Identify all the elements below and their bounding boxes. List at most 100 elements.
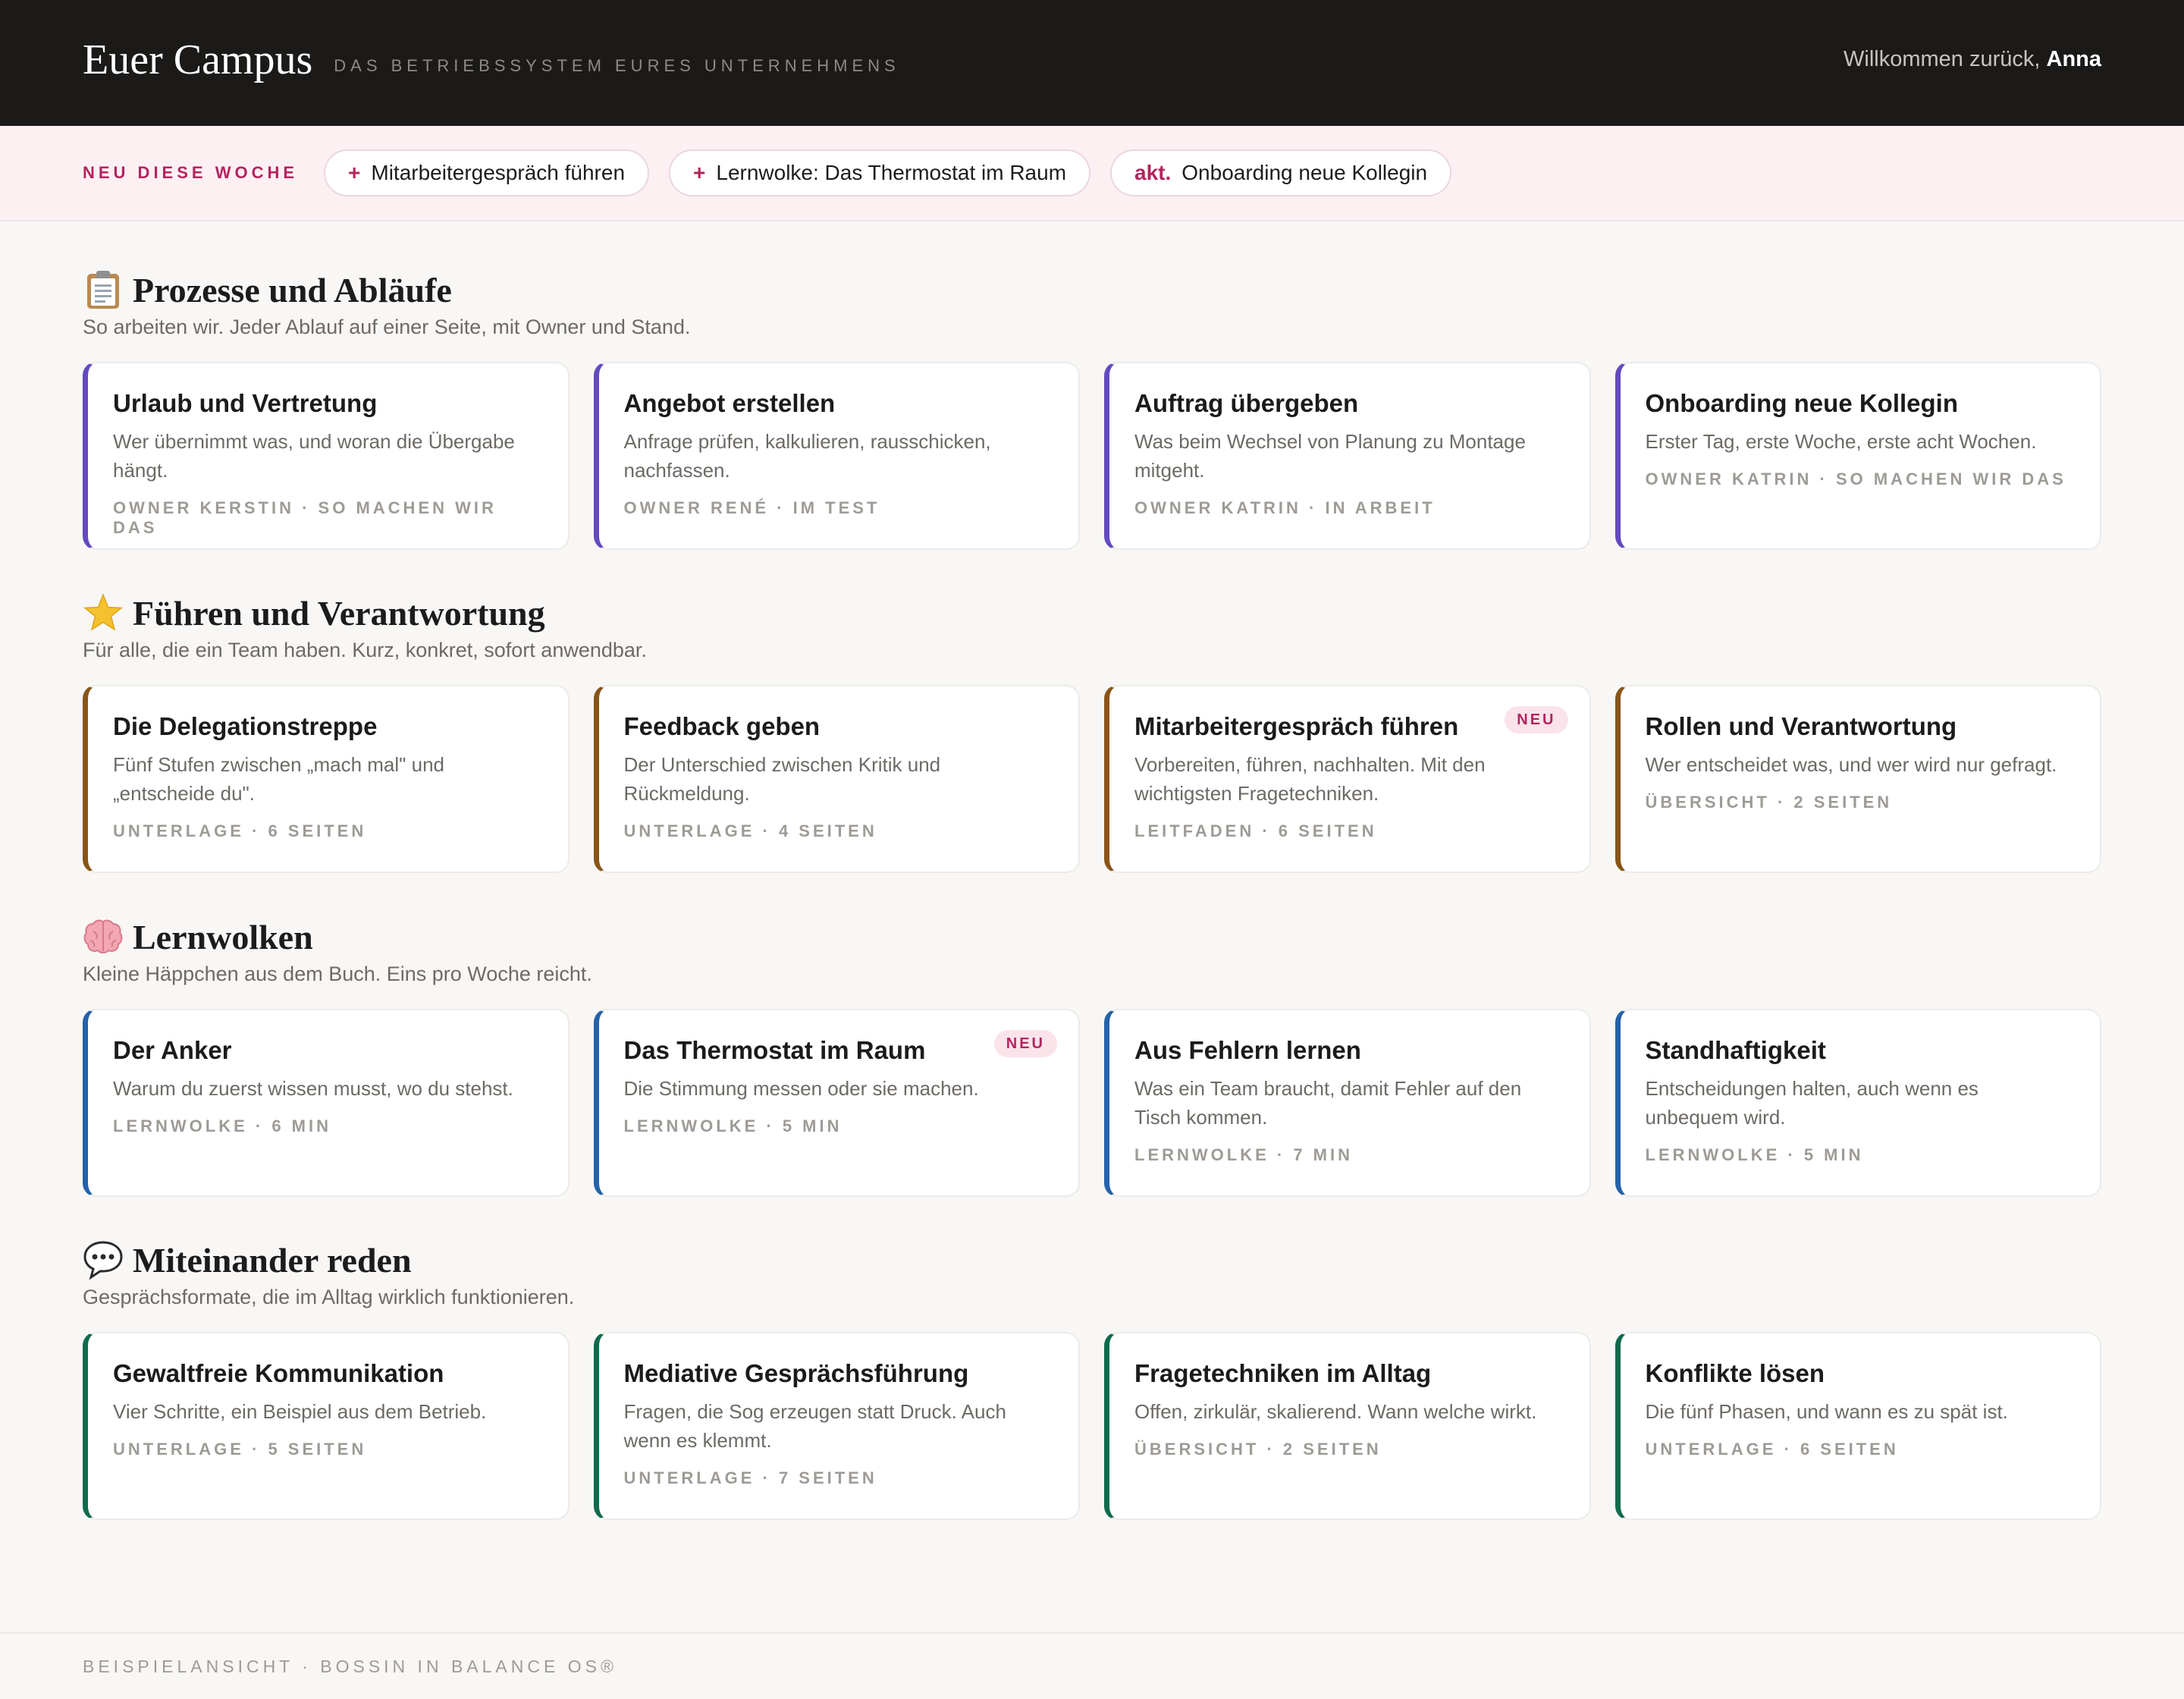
news-pill-label: Onboarding neue Kollegin [1181,161,1428,184]
welcome-message: Willkommen zurück, Anna [1844,47,2101,72]
card-fragetechniken[interactable]: Fragetechniken im Alltag Offen, zirkulär… [1104,1332,1591,1520]
card-title: Der Anker [113,1036,232,1064]
brain-icon [83,916,124,957]
card-title: Aus Fehlern lernen [1134,1036,1361,1064]
card-title: Onboarding neue Kollegin [1645,389,1959,417]
footer: Beispielansicht · Bossin in Balance OS® [0,1632,2184,1677]
card-aus-fehlern-lernen[interactable]: Aus Fehlern lernen Was ein Team braucht,… [1104,1009,1591,1197]
card-description: Warum du zuerst wissen musst, wo du steh… [113,1077,513,1100]
card-meta: Owner Katrin · In Arbeit [1134,498,1436,517]
top-bar: Euer Campus Das Betriebssystem eures Unt… [0,0,2184,126]
card-description: Offen, zirkulär, skalierend. Wann welche… [1134,1400,1537,1423]
card-title: Die Delegationstreppe [113,712,378,740]
card-description: Was beim Wechsel von Planung zu Montage … [1134,430,1526,482]
card-meta: Lernwolke · 5 Min [623,1116,843,1135]
section-subtitle: So arbeiten wir. Jeder Ablauf auf einer … [83,316,691,338]
card-urlaub-vertretung[interactable]: Urlaub und Vertretung Wer übernimmt was,… [83,362,570,550]
card-title: Konflikte lösen [1645,1359,1825,1387]
star-icon [83,592,124,633]
card-delegationstreppe[interactable]: Die Delegationstreppe Fünf Stufen zwisch… [83,685,570,873]
section-fuehren: Führen und Verantwortung Für alle, die e… [83,590,2101,873]
plus-icon: + [693,161,706,184]
new-badge: NEU [1505,706,1568,733]
news-pill-lernwolke-thermostat[interactable]: + Lernwolke: Das Thermostat im Raum [669,149,1091,196]
brand-logo[interactable]: Euer Campus [83,36,312,84]
card-title: Mitarbeitergespräch führen [1134,712,1459,740]
card-title: Das Thermostat im Raum [623,1036,926,1064]
card-description: Die fünf Phasen, und wann es zu spät ist… [1645,1400,2008,1423]
card-description: Anfrage prüfen, kalkulieren, rausschicke… [623,430,991,482]
brand-tagline: Das Betriebssystem eures Unternehmens [334,56,900,75]
user-name[interactable]: Anna [2047,47,2102,71]
card-onboarding[interactable]: Onboarding neue Kollegin Erster Tag, ers… [1614,362,2101,550]
plus-icon: + [348,161,361,184]
news-bar: Neu diese Woche + Mitarbeitergespräch fü… [0,126,2184,221]
speech-bubble-icon [83,1239,124,1280]
section-title: Führen und Verantwortung [133,593,545,633]
card-mediative-gespraechsfuehrung[interactable]: Mediative Gesprächsführung Fragen, die S… [593,1332,1080,1520]
section-miteinander-reden: Miteinander reden Gesprächsformate, die … [83,1237,2101,1520]
card-description: Die Stimmung messen oder sie machen. [623,1077,979,1100]
new-badge: NEU [993,1030,1057,1057]
card-standhaftigkeit[interactable]: Standhaftigkeit Entscheidungen halten, a… [1614,1009,2101,1197]
card-meta: Lernwolke · 7 Min [1134,1145,1353,1164]
card-meta: Unterlage · 7 Seiten [623,1468,877,1487]
card-title: Rollen und Verantwortung [1645,712,1957,740]
card-title: Fragetechniken im Alltag [1134,1359,1432,1387]
section-title: Lernwolken [133,917,313,956]
card-description: Der Unterschied zwischen Kritik und Rück… [623,753,941,805]
card-meta: Lernwolke · 6 Min [113,1116,331,1135]
card-title: Mediative Gesprächsführung [623,1359,969,1387]
news-label: Neu diese Woche [83,163,299,182]
card-konflikte-loesen[interactable]: Konflikte lösen Die fünf Phasen, und wan… [1614,1332,2101,1520]
clipboard-icon [83,269,124,310]
card-angebot-erstellen[interactable]: Angebot erstellen Anfrage prüfen, kalkul… [593,362,1080,550]
card-meta: Unterlage · 6 Seiten [113,821,367,840]
updated-mark: akt. [1134,161,1172,184]
card-description: Fünf Stufen zwischen „mach mal" und „ent… [113,753,444,805]
card-title: Angebot erstellen [623,389,836,417]
card-description: Vier Schritte, ein Beispiel aus dem Betr… [113,1400,487,1423]
card-title: Standhaftigkeit [1645,1036,1826,1064]
news-pill-mitarbeitergespraech[interactable]: + Mitarbeitergespräch führen [324,149,650,196]
card-meta: Leitfaden · 6 Seiten [1134,821,1377,840]
section-prozesse: Prozesse und Abläufe So arbeiten wir. Je… [83,267,2101,550]
card-description: Fragen, die Sog erzeugen statt Druck. Au… [623,1400,1006,1452]
card-meta: Owner Katrin · So machen wir das [1645,470,2066,488]
section-title: Prozesse und Abläufe [133,270,452,309]
news-pill-label: Mitarbeitergespräch führen [371,161,626,184]
card-meta: Übersicht · 2 Seiten [1645,793,1893,812]
card-description: Vorbereiten, führen, nachhalten. Mit den… [1134,753,1486,805]
section-lernwolken: Lernwolken Kleine Häppchen aus dem Buch.… [83,914,2101,1197]
card-mitarbeitergespraech[interactable]: Mitarbeitergespräch führen NEU Vorbereit… [1104,685,1591,873]
section-title: Miteinander reden [133,1240,412,1280]
card-title: Auftrag übergeben [1134,389,1359,417]
card-thermostat[interactable]: Das Thermostat im Raum NEU Die Stimmung … [593,1009,1080,1197]
card-title: Feedback geben [623,712,821,740]
welcome-prefix: Willkommen zurück, [1844,47,2041,71]
section-subtitle: Für alle, die ein Team haben. Kurz, konk… [83,639,647,661]
card-title: Urlaub und Vertretung [113,389,378,417]
card-der-anker[interactable]: Der Anker Warum du zuerst wissen musst, … [83,1009,570,1197]
card-meta: Unterlage · 6 Seiten [1645,1440,1899,1459]
card-description: Entscheidungen halten, auch wenn es unbe… [1645,1077,1978,1129]
card-meta: Owner Kerstin · So machen wir das [113,498,497,537]
footer-text: Beispielansicht · Bossin in Balance OS® [83,1657,617,1676]
card-description: Was ein Team braucht, damit Fehler auf d… [1134,1077,1522,1129]
card-meta: Owner René · Im Test [623,498,880,517]
card-meta: Lernwolke · 5 Min [1645,1145,1864,1164]
card-feedback-geben[interactable]: Feedback geben Der Unterschied zwischen … [593,685,1080,873]
card-description: Wer übernimmt was, und woran die Übergab… [113,430,515,482]
card-title: Gewaltfreie Kommunikation [113,1359,444,1387]
section-subtitle: Kleine Häppchen aus dem Buch. Eins pro W… [83,963,592,985]
card-gewaltfreie-kommunikation[interactable]: Gewaltfreie Kommunikation Vier Schritte,… [83,1332,570,1520]
news-pill-label: Lernwolke: Das Thermostat im Raum [716,161,1067,184]
card-meta: Übersicht · 2 Seiten [1134,1440,1382,1459]
card-rollen-verantwortung[interactable]: Rollen und Verantwortung Wer entscheidet… [1614,685,2101,873]
card-description: Erster Tag, erste Woche, erste acht Woch… [1645,430,2037,453]
card-auftrag-uebergeben[interactable]: Auftrag übergeben Was beim Wechsel von P… [1104,362,1591,550]
card-meta: Unterlage · 5 Seiten [113,1440,367,1459]
news-pill-onboarding[interactable]: akt. Onboarding neue Kollegin [1110,149,1452,196]
card-description: Wer entscheidet was, und wer wird nur ge… [1645,753,2057,776]
section-subtitle: Gesprächsformate, die im Alltag wirklich… [83,1286,575,1308]
